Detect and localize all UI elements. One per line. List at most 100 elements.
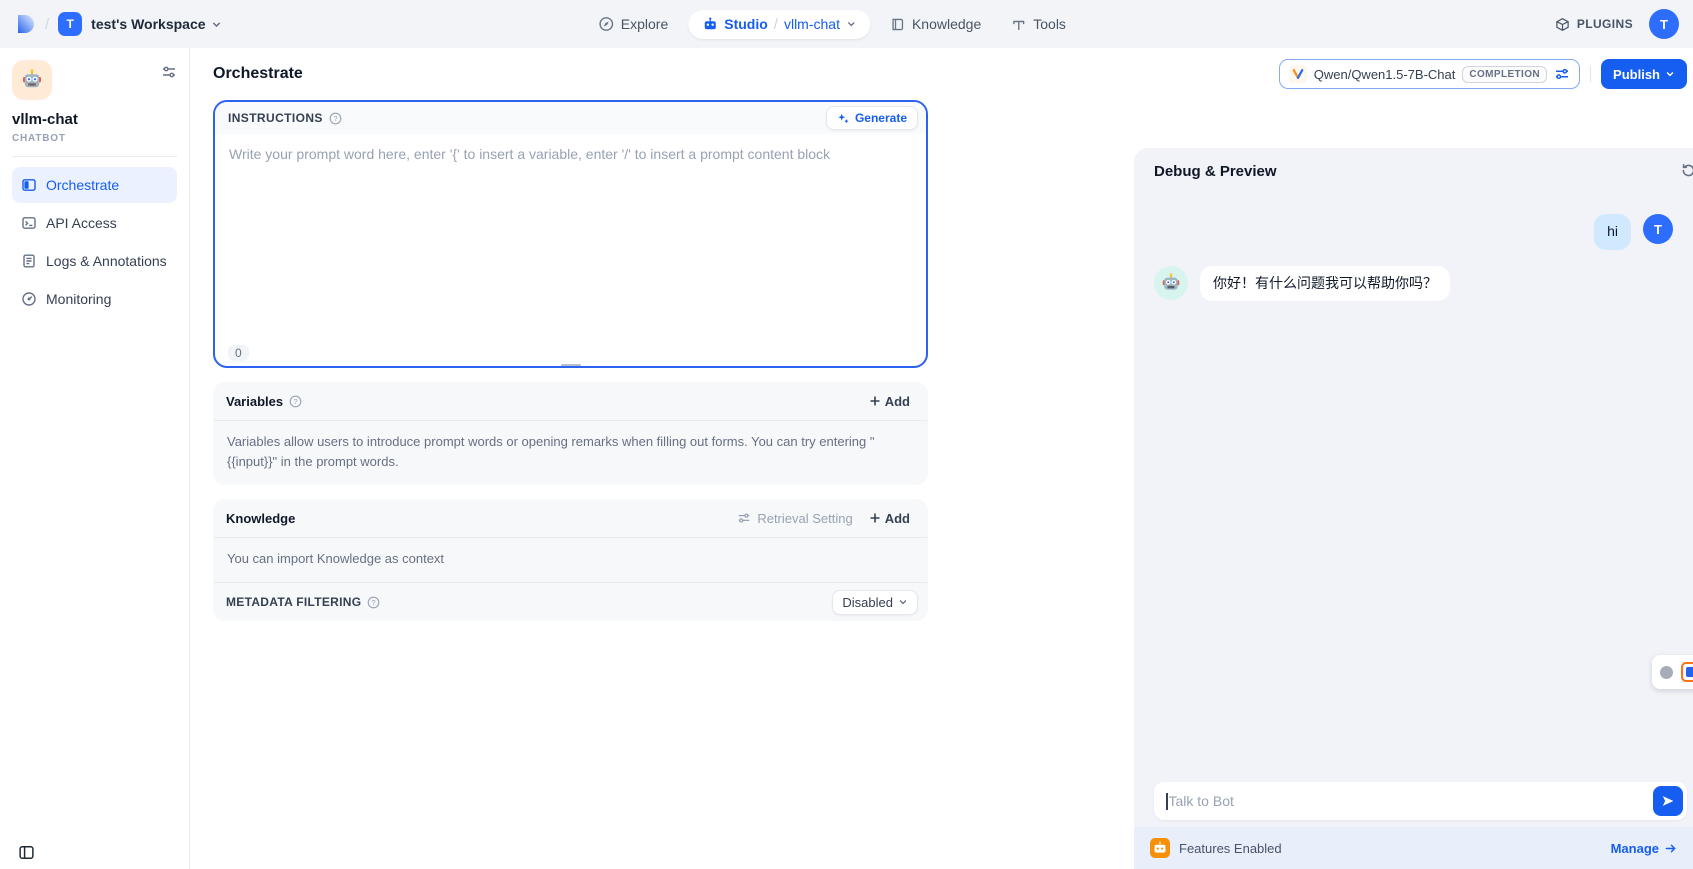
debug-preview-panel: Debug & Preview hi T [1134, 148, 1693, 869]
add-variable-label: Add [885, 394, 910, 409]
publish-button[interactable]: Publish [1601, 59, 1687, 89]
main-header-actions: Qwen/Qwen1.5-7B-Chat COMPLETION Publish [1279, 59, 1687, 89]
svg-text:?: ? [372, 598, 376, 607]
model-name: Qwen/Qwen1.5-7B-Chat [1314, 67, 1456, 82]
main-nav: Explore Studio / vllm-chat Knowledge Too… [588, 0, 1076, 48]
chat-input-container [1154, 782, 1687, 820]
restart-icon[interactable] [1680, 162, 1693, 179]
user-avatar[interactable]: T [1649, 9, 1679, 39]
nav-separator: / [774, 16, 778, 33]
floating-widget[interactable] [1652, 655, 1693, 689]
features-icon [1150, 838, 1170, 858]
plus-icon [869, 512, 881, 524]
bot-chat-avatar [1154, 266, 1188, 300]
sidebar-divider [12, 156, 177, 157]
topbar-right: PLUGINS T [1555, 9, 1679, 39]
help-icon[interactable]: ? [289, 395, 302, 408]
app-type-badge: CHATBOT [12, 133, 177, 144]
chevron-down-icon[interactable] [846, 19, 856, 29]
plugins-cube-icon [1555, 17, 1570, 32]
orchestrate-icon [21, 177, 37, 193]
chevron-down-icon [1665, 69, 1675, 79]
svg-text:?: ? [333, 113, 337, 122]
top-navigation-bar: / T test's Workspace Explore Studio / vl… [0, 0, 1693, 48]
nav-explore[interactable]: Explore [588, 10, 678, 38]
sidebar-item-orchestrate[interactable]: Orchestrate [12, 167, 177, 203]
instructions-body: 0 [215, 134, 926, 368]
sidebar-item-label: Logs & Annotations [46, 253, 167, 269]
chat-message-user: hi T [1154, 214, 1673, 250]
nav-tools-label: Tools [1033, 16, 1066, 32]
orchestrate-main: Orchestrate Qwen/Qwen1.5-7B-Chat COMPLET… [190, 48, 1693, 869]
metadata-filtering-dropdown[interactable]: Disabled [832, 590, 918, 615]
chat-message-assistant: 你好！有什么问题我可以帮助你吗？ [1154, 266, 1673, 302]
features-bar: Features Enabled Manage [1134, 827, 1693, 869]
resize-handle[interactable] [561, 364, 581, 367]
send-button[interactable] [1653, 786, 1683, 816]
breadcrumb-separator: / [45, 16, 49, 33]
generate-label: Generate [855, 111, 907, 125]
instructions-header: INSTRUCTIONS ? Generate [215, 102, 926, 134]
collapse-sidebar-icon[interactable] [18, 844, 35, 861]
workspace-name: test's Workspace [91, 16, 205, 32]
logs-icon [21, 253, 37, 269]
sidebar-item-logs-annotations[interactable]: Logs & Annotations [12, 243, 177, 279]
sidebar-item-label: Monitoring [46, 291, 111, 307]
nav-explore-label: Explore [621, 16, 668, 32]
generate-button[interactable]: Generate [826, 106, 918, 130]
nav-knowledge[interactable]: Knowledge [880, 10, 991, 38]
assistant-message-bubble: 你好！有什么问题我可以帮助你吗？ [1200, 266, 1450, 302]
add-knowledge-button[interactable]: Add [861, 507, 918, 530]
nav-current-app: vllm-chat [784, 16, 840, 32]
workspace-switcher[interactable]: test's Workspace [91, 16, 221, 32]
nav-tools[interactable]: Tools [1001, 10, 1076, 38]
nav-studio[interactable]: Studio / vllm-chat [688, 10, 870, 39]
variables-description: Variables allow users to introduce promp… [213, 421, 928, 485]
chevron-down-icon [898, 597, 908, 607]
plugins-label: PLUGINS [1577, 17, 1633, 31]
chat-input[interactable] [1169, 793, 1654, 809]
tune-icon[interactable] [1554, 66, 1570, 82]
api-access-icon [21, 215, 37, 231]
text-caret [1166, 793, 1168, 810]
workspace-avatar[interactable]: T [58, 12, 82, 36]
app-robot-icon[interactable] [12, 60, 52, 100]
model-vllm-icon [1289, 65, 1307, 83]
dify-logo[interactable] [14, 13, 36, 35]
knowledge-title: Knowledge [226, 511, 295, 526]
header-separator [1590, 66, 1591, 82]
chevron-down-icon [211, 19, 222, 30]
sidebar-item-monitoring[interactable]: Monitoring [12, 281, 177, 317]
add-knowledge-label: Add [885, 511, 910, 526]
help-icon[interactable]: ? [367, 596, 380, 609]
user-message-bubble: hi [1594, 214, 1631, 250]
app-name: vllm-chat [12, 111, 177, 128]
app-settings-icon[interactable] [161, 64, 177, 80]
plugins-button[interactable]: PLUGINS [1555, 17, 1633, 32]
instructions-title: INSTRUCTIONS [228, 111, 323, 125]
orchestrate-config-column: INSTRUCTIONS ? Generate 0 Varia [213, 100, 928, 621]
prompt-editor[interactable] [215, 134, 926, 324]
manage-features-link[interactable]: Manage [1611, 841, 1677, 856]
manage-label: Manage [1611, 841, 1659, 856]
sidebar-item-label: Orchestrate [46, 177, 119, 193]
app-header [12, 60, 177, 100]
sidebar-item-api-access[interactable]: API Access [12, 205, 177, 241]
explore-compass-icon [598, 16, 614, 32]
chat-area: hi T 你好！有什么问题我可以帮助你吗？ [1134, 194, 1693, 301]
variables-panel: Variables ? Add Variables allow users to… [213, 382, 928, 485]
monitoring-icon [21, 291, 37, 307]
knowledge-header: Knowledge Retrieval Setting Add [213, 499, 928, 537]
model-selector[interactable]: Qwen/Qwen1.5-7B-Chat COMPLETION [1279, 59, 1580, 89]
status-dot-icon [1660, 666, 1673, 679]
retrieval-setting-button[interactable]: Retrieval Setting [729, 507, 860, 530]
help-icon[interactable]: ? [329, 112, 342, 125]
manage-arrow-icon [1664, 842, 1677, 855]
workspace-breadcrumb: / T test's Workspace [14, 12, 222, 36]
nav-studio-label: Studio [724, 16, 768, 32]
model-mode-badge: COMPLETION [1462, 66, 1547, 83]
metadata-filtering-value: Disabled [842, 595, 893, 610]
add-variable-button[interactable]: Add [861, 390, 918, 413]
svg-text:?: ? [294, 396, 298, 405]
tune-icon [737, 511, 751, 525]
